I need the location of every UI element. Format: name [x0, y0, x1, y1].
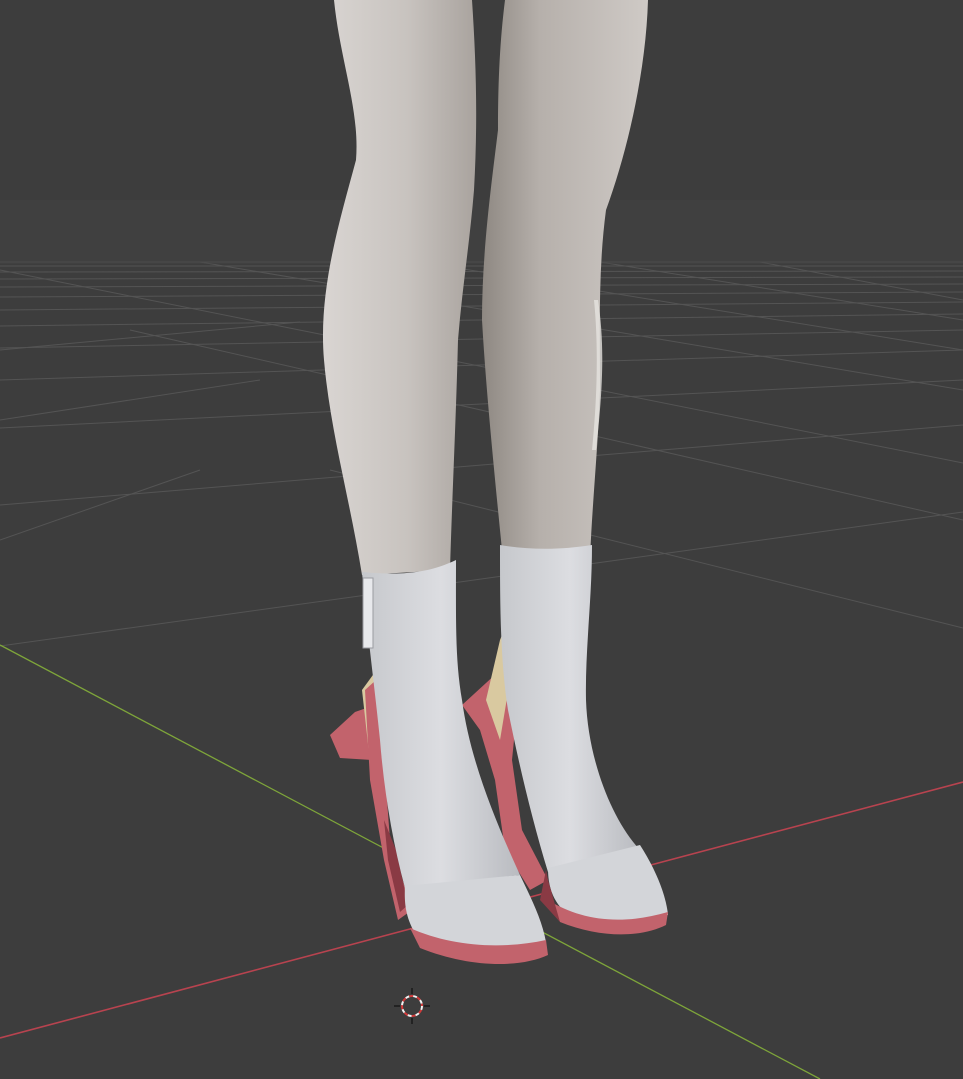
right-leg	[482, 0, 648, 560]
horizon-haze	[0, 200, 963, 264]
3d-cursor-icon[interactable]	[394, 988, 430, 1024]
floor-grid	[0, 261, 963, 647]
left-leg	[322, 0, 477, 575]
3d-viewport[interactable]	[0, 0, 963, 1079]
viewport-canvas[interactable]	[0, 0, 963, 1079]
